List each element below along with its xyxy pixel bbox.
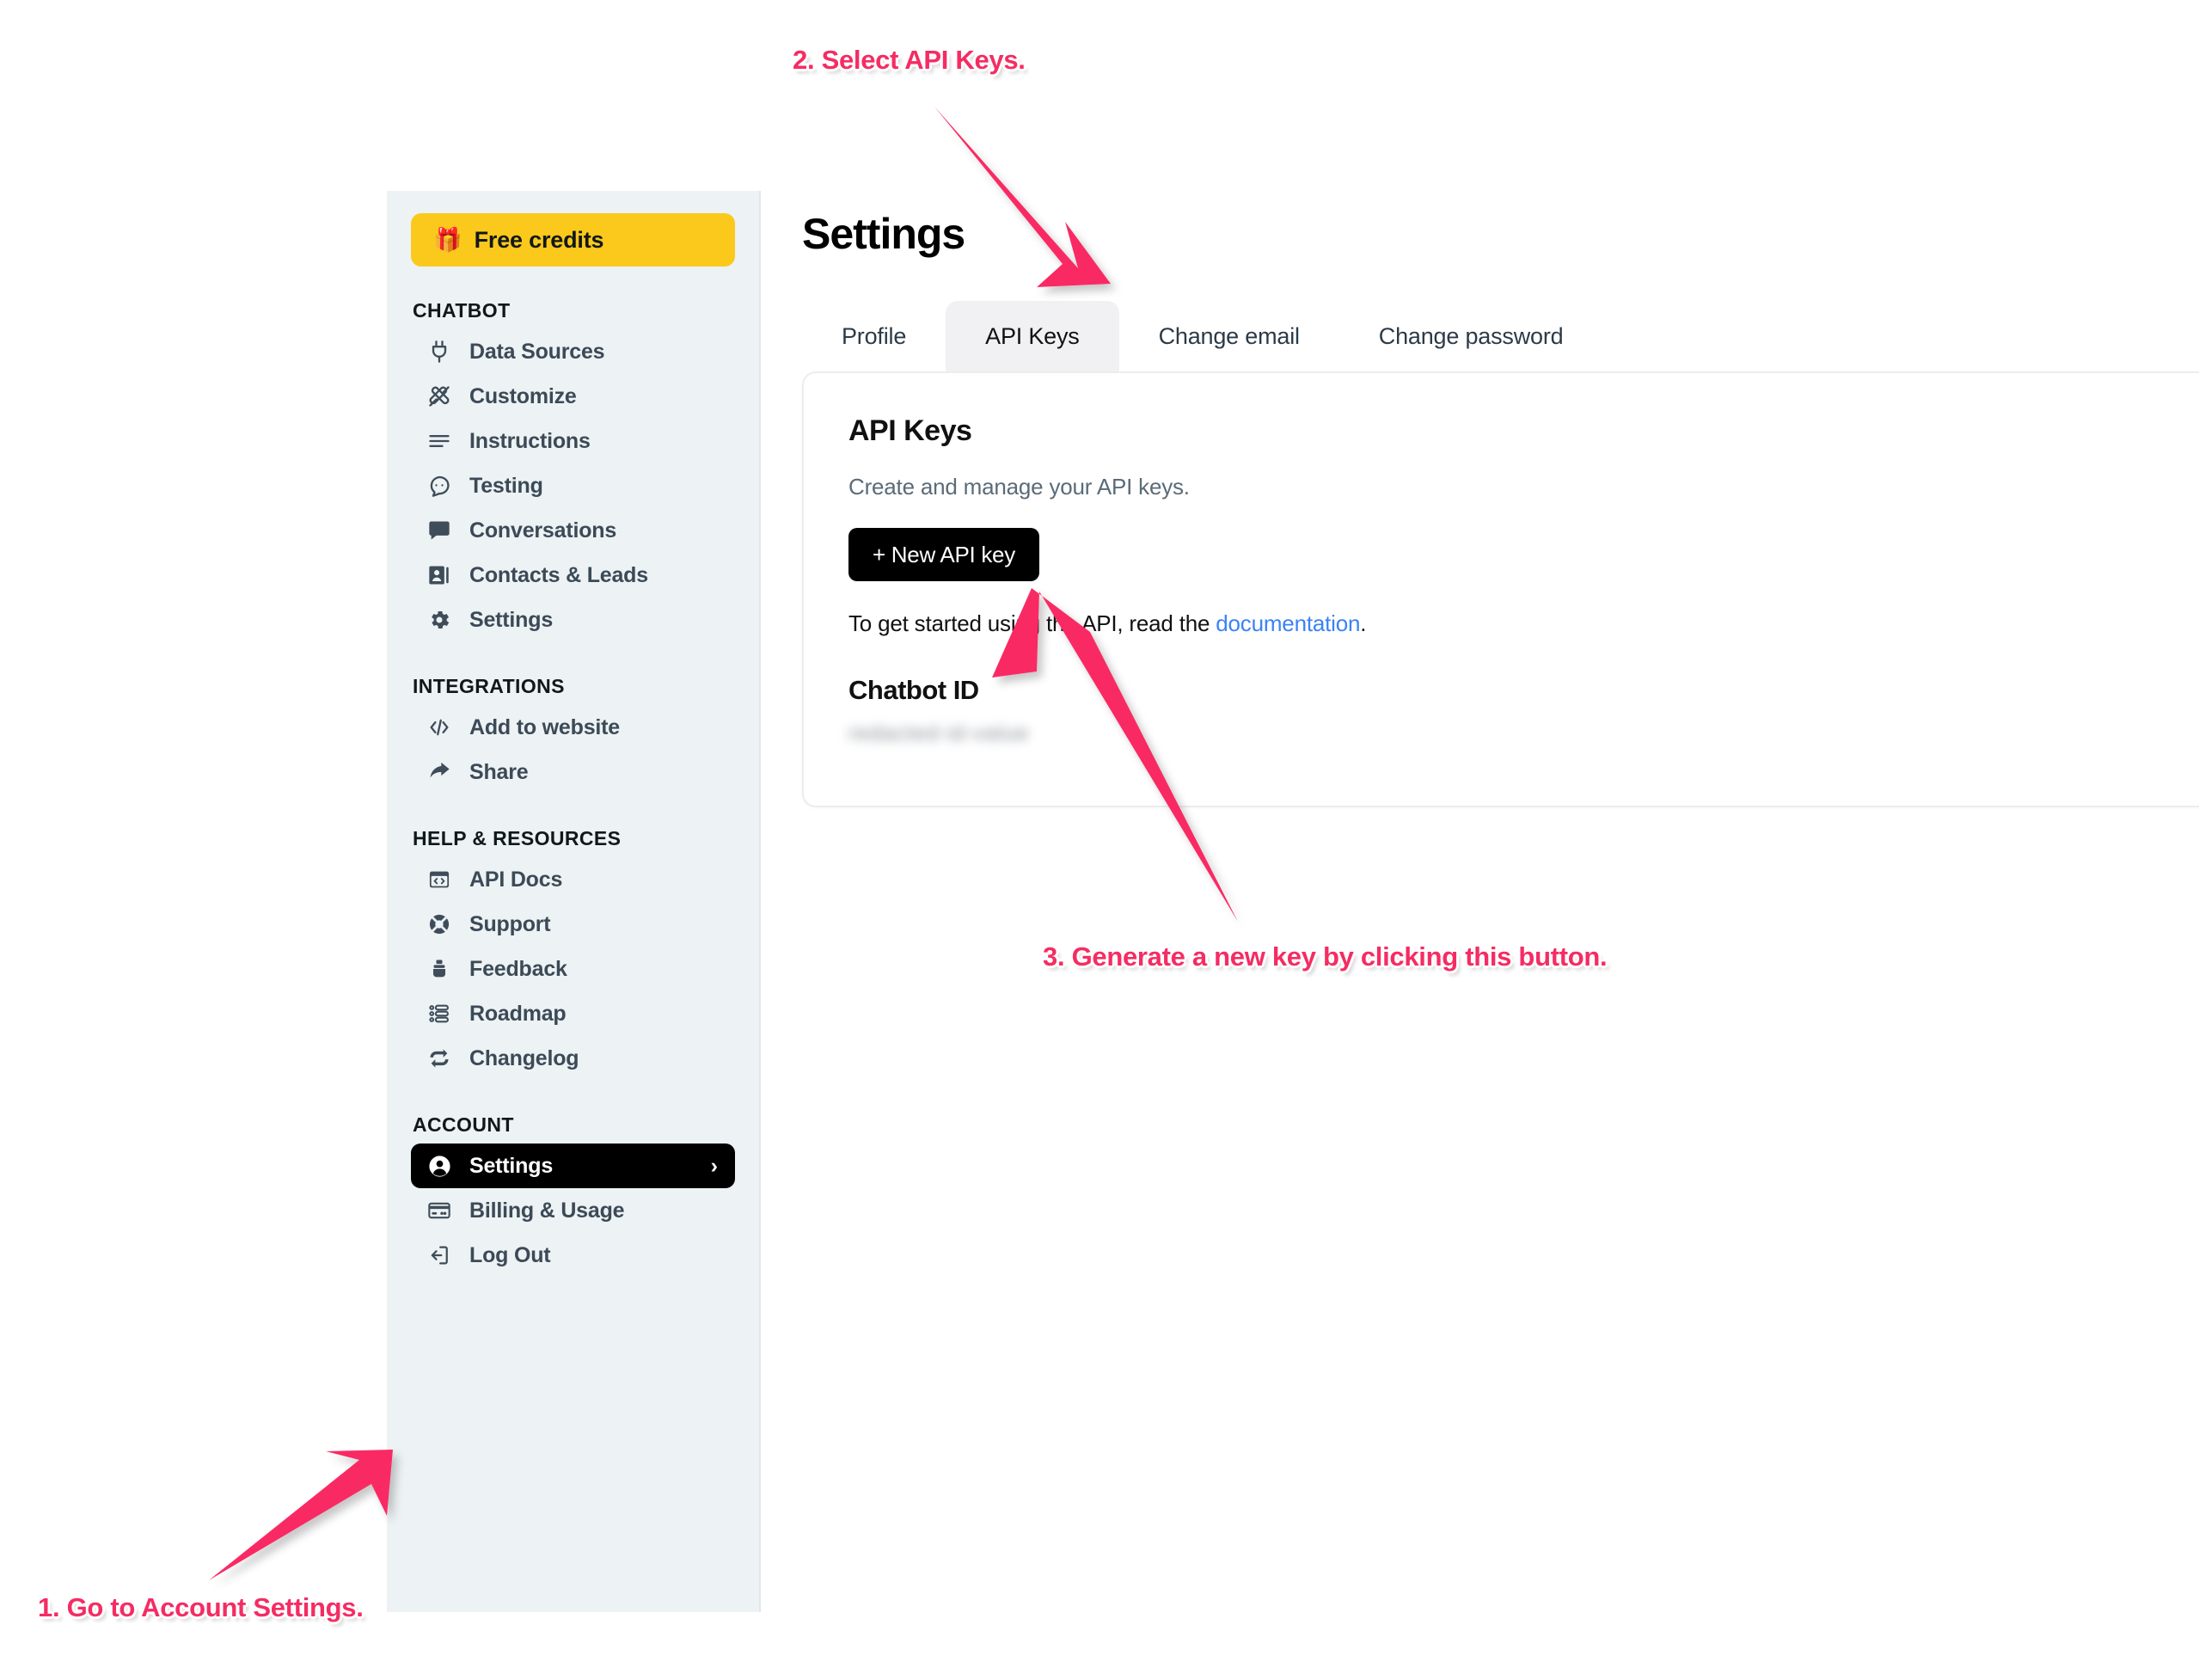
sidebar-item-account-settings[interactable]: Settings ›	[411, 1144, 735, 1188]
sidebar-item-label: Conversations	[469, 518, 617, 543]
new-api-key-button[interactable]: + New API key	[848, 528, 1039, 581]
sidebar-item-changelog[interactable]: Changelog	[411, 1036, 735, 1081]
brush-icon	[426, 383, 452, 409]
chat-bubble-dots-icon	[426, 473, 452, 499]
inkwell-icon	[426, 956, 452, 982]
tab-profile[interactable]: Profile	[802, 301, 946, 371]
sidebar: 🎁 Free credits CHATBOT Data Sources Cust…	[387, 191, 761, 1612]
user-circle-icon	[426, 1153, 452, 1179]
tab-change-password[interactable]: Change password	[1339, 301, 1603, 371]
code-brackets-icon	[426, 714, 452, 740]
sidebar-item-share[interactable]: Share	[411, 750, 735, 794]
gear-icon	[426, 607, 452, 633]
sidebar-item-api-docs[interactable]: API Docs	[411, 857, 735, 902]
sidebar-item-label: Feedback	[469, 956, 567, 981]
settings-tabs: Profile API Keys Change email Change pas…	[802, 301, 1602, 371]
sidebar-item-data-sources[interactable]: Data Sources	[411, 329, 735, 374]
sidebar-item-label: API Docs	[469, 867, 563, 892]
plug-icon	[426, 339, 452, 365]
nav-section-title-integrations: INTEGRATIONS	[413, 675, 565, 697]
sidebar-item-label: Add to website	[469, 714, 620, 739]
nav-section-title-account: ACCOUNT	[413, 1113, 514, 1136]
roadmap-list-icon	[426, 1001, 452, 1027]
refresh-cycle-icon	[426, 1045, 452, 1071]
sidebar-item-label: Instructions	[469, 428, 591, 453]
sidebar-item-label: Support	[469, 911, 551, 936]
sidebar-item-settings[interactable]: Settings	[411, 598, 735, 642]
sidebar-item-billing-and-usage[interactable]: Billing & Usage	[411, 1188, 735, 1233]
sidebar-item-conversations[interactable]: Conversations	[411, 508, 735, 553]
sidebar-item-label: Billing & Usage	[469, 1198, 625, 1223]
sidebar-item-label: Settings	[469, 1153, 554, 1178]
sidebar-item-roadmap[interactable]: Roadmap	[411, 991, 735, 1036]
sidebar-item-instructions[interactable]: Instructions	[411, 419, 735, 463]
nav-section-title-chatbot: CHATBOT	[413, 299, 511, 322]
documentation-line: To get started using the API, read the d…	[848, 610, 2170, 637]
chatbot-id-label: Chatbot ID	[848, 675, 979, 705]
sidebar-item-label: Settings	[469, 607, 554, 632]
sidebar-item-label: Roadmap	[469, 1001, 567, 1026]
gift-icon: 🎁	[433, 226, 462, 253]
sidebar-item-label: Customize	[469, 383, 577, 408]
chat-bubble-filled-icon	[426, 518, 452, 543]
tab-change-email[interactable]: Change email	[1119, 301, 1339, 371]
doc-text-before: To get started using the API, read the	[848, 610, 1216, 636]
annotation-step-3: 3. Generate a new key by clicking this b…	[1043, 941, 1608, 972]
chatbot-id-value-redacted[interactable]: redacted-id-value	[848, 721, 1029, 746]
sidebar-item-label: Testing	[469, 473, 543, 498]
card-subtitle: Create and manage your API keys.	[848, 474, 1190, 500]
annotation-step-1: 1. Go to Account Settings.	[38, 1592, 364, 1622]
sidebar-item-label: Log Out	[469, 1242, 551, 1267]
sidebar-item-support[interactable]: Support	[411, 902, 735, 947]
page-title: Settings	[802, 210, 965, 258]
browser-code-icon	[426, 867, 452, 892]
doc-text-after: .	[1360, 610, 1367, 636]
credit-card-icon	[426, 1198, 452, 1223]
sidebar-item-label: Contacts & Leads	[469, 562, 648, 587]
annotation-step-2: 2. Select API Keys.	[793, 45, 1026, 75]
chevron-right-icon: ›	[710, 1153, 718, 1178]
annotation-arrow-1	[209, 1450, 393, 1580]
sidebar-item-label: Share	[469, 759, 529, 784]
sidebar-item-feedback[interactable]: Feedback	[411, 947, 735, 991]
sidebar-item-label: Changelog	[469, 1045, 579, 1070]
free-credits-label: Free credits	[474, 226, 604, 253]
sidebar-item-label: Data Sources	[469, 339, 605, 364]
tab-api-keys[interactable]: API Keys	[946, 301, 1119, 371]
sidebar-item-contacts-and-leads[interactable]: Contacts & Leads	[411, 553, 735, 598]
sidebar-item-customize[interactable]: Customize	[411, 374, 735, 419]
main-content: Settings Profile API Keys Change email C…	[761, 0, 2199, 1680]
card-title: API Keys	[848, 414, 972, 447]
sidebar-item-add-to-website[interactable]: Add to website	[411, 705, 735, 750]
api-keys-card: API Keys Create and manage your API keys…	[802, 371, 2199, 807]
documentation-link[interactable]: documentation	[1216, 610, 1360, 636]
lifebuoy-icon	[426, 911, 452, 937]
lines-icon	[426, 428, 452, 454]
sidebar-item-log-out[interactable]: Log Out	[411, 1233, 735, 1278]
contact-card-icon	[426, 562, 452, 588]
sidebar-item-testing[interactable]: Testing	[411, 463, 735, 508]
share-arrow-icon	[426, 759, 452, 785]
free-credits-button[interactable]: 🎁 Free credits	[411, 213, 735, 267]
logout-icon	[426, 1242, 452, 1268]
nav-section-title-help-and-resources: HELP & RESOURCES	[413, 827, 622, 849]
